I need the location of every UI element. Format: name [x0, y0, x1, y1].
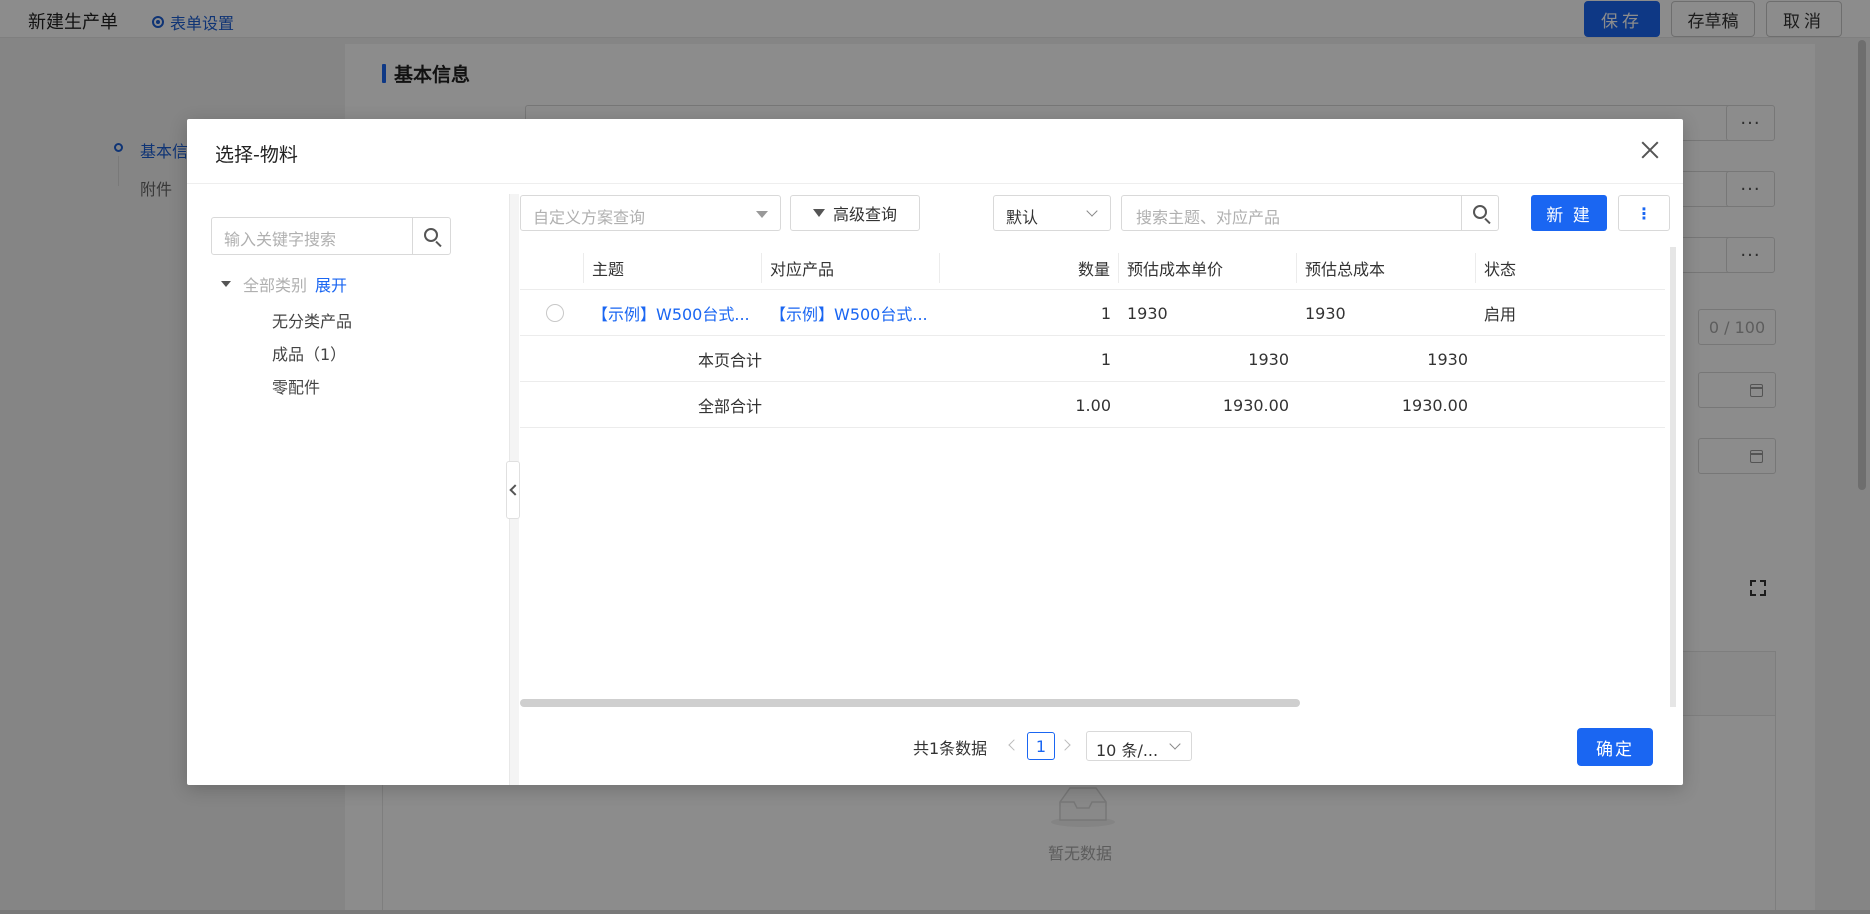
column-header-product[interactable]: 对应产品 — [762, 253, 940, 283]
select-material-modal: 选择-物料 输入关键字搜索 全部类别 展开 无分类产品 成品（1） 零配件 自定… — [187, 119, 1683, 785]
tree-search-button[interactable] — [412, 218, 450, 254]
status-cell: 启用 — [1484, 305, 1517, 324]
modal-title: 选择-物料 — [215, 144, 298, 166]
tree-root[interactable]: 全部类别 展开 — [221, 272, 347, 296]
modal-header: 选择-物料 — [187, 119, 1683, 184]
column-header-total-cost[interactable]: 预估总成本 — [1297, 253, 1476, 283]
advanced-query-button[interactable]: 高级查询 — [790, 195, 920, 231]
main-search-button[interactable] — [1461, 196, 1498, 230]
all-total-row: 全部合计 1.00 1930.00 1930.00 — [520, 383, 1665, 428]
header-select-cell — [520, 253, 584, 283]
table-horizontal-scrollbar[interactable] — [520, 699, 1300, 707]
table-vertical-scrollbar[interactable] — [1670, 247, 1676, 707]
tree-node-parts[interactable]: 零配件 — [272, 374, 320, 398]
chevron-down-icon — [1169, 738, 1181, 750]
tree-root-label[interactable]: 全部类别 — [243, 272, 307, 296]
all-total-quantity: 1.00 — [1075, 395, 1111, 415]
main-search-field[interactable]: 搜索主题、对应产品 — [1121, 195, 1499, 231]
column-header-subject[interactable]: 主题 — [584, 253, 762, 283]
product-cell[interactable]: 【示例】W500台式... — [770, 291, 938, 335]
collapse-tree-button[interactable] — [506, 461, 520, 519]
tree-search-field[interactable]: 输入关键字搜索 — [211, 217, 451, 255]
quantity-cell: 1 — [1100, 303, 1111, 323]
page-number[interactable]: 1 — [1027, 732, 1055, 760]
more-options-button[interactable]: ⋮ — [1618, 195, 1670, 231]
advanced-query-label: 高级查询 — [832, 205, 897, 224]
page-size-value: 10 条/... — [1096, 741, 1159, 760]
close-icon[interactable] — [1639, 139, 1661, 161]
search-icon — [1473, 205, 1487, 219]
column-header-status[interactable]: 状态 — [1476, 253, 1655, 283]
filter-icon — [812, 209, 825, 217]
next-page-icon[interactable] — [1059, 739, 1071, 751]
new-button[interactable]: 新 建 — [1531, 195, 1607, 231]
tree-node-finished[interactable]: 成品（1） — [272, 341, 346, 365]
tree-search-input[interactable]: 输入关键字搜索 — [212, 218, 412, 254]
page-total-row: 本页合计 1 1930 1930 — [520, 337, 1665, 382]
page-total-quantity: 1 — [1100, 349, 1111, 369]
search-icon — [424, 228, 438, 242]
chevron-down-icon — [1086, 205, 1098, 217]
row-radio[interactable] — [546, 304, 564, 322]
main-search-input[interactable]: 搜索主题、对应产品 — [1136, 204, 1280, 228]
table-row[interactable]: 【示例】W500台式... 【示例】W500台式... 1 1930 1930 … — [520, 291, 1665, 336]
caret-down-icon[interactable] — [221, 281, 231, 287]
sort-select-value: 默认 — [1006, 208, 1039, 227]
expand-all-link[interactable]: 展开 — [315, 272, 347, 296]
page-total-total-cost: 1930 — [1427, 349, 1468, 369]
total-count: 共1条数据 — [913, 739, 988, 758]
page-total-label: 本页合计 — [697, 351, 762, 370]
all-total-label: 全部合计 — [697, 397, 762, 416]
confirm-button[interactable]: 确定 — [1577, 728, 1653, 766]
scheme-query-placeholder: 自定义方案查询 — [533, 208, 646, 227]
page-total-unit-cost: 1930 — [1248, 349, 1289, 369]
all-total-unit-cost: 1930.00 — [1222, 395, 1289, 415]
column-header-unit-cost[interactable]: 预估成本单价 — [1119, 253, 1297, 283]
total-cost-cell: 1930 — [1305, 303, 1346, 323]
prev-page-icon[interactable] — [1008, 739, 1020, 751]
all-total-total-cost: 1930.00 — [1401, 395, 1468, 415]
dropdown-arrow-icon — [756, 211, 768, 218]
sort-select[interactable]: 默认 — [993, 195, 1111, 231]
scheme-query-select[interactable]: 自定义方案查询 — [520, 195, 781, 231]
column-header-quantity[interactable]: 数量 — [940, 253, 1119, 283]
unit-cost-cell: 1930 — [1127, 303, 1168, 323]
material-table: 主题 对应产品 数量 预估成本单价 预估总成本 状态 【示例】W500台式...… — [520, 247, 1670, 707]
table-header: 主题 对应产品 数量 预估成本单价 预估总成本 状态 — [520, 247, 1665, 290]
tree-node-uncategorized[interactable]: 无分类产品 — [272, 308, 352, 332]
page-size-select[interactable]: 10 条/... — [1086, 731, 1192, 761]
row-select-cell[interactable] — [546, 291, 576, 335]
subject-cell[interactable]: 【示例】W500台式... — [592, 291, 760, 335]
